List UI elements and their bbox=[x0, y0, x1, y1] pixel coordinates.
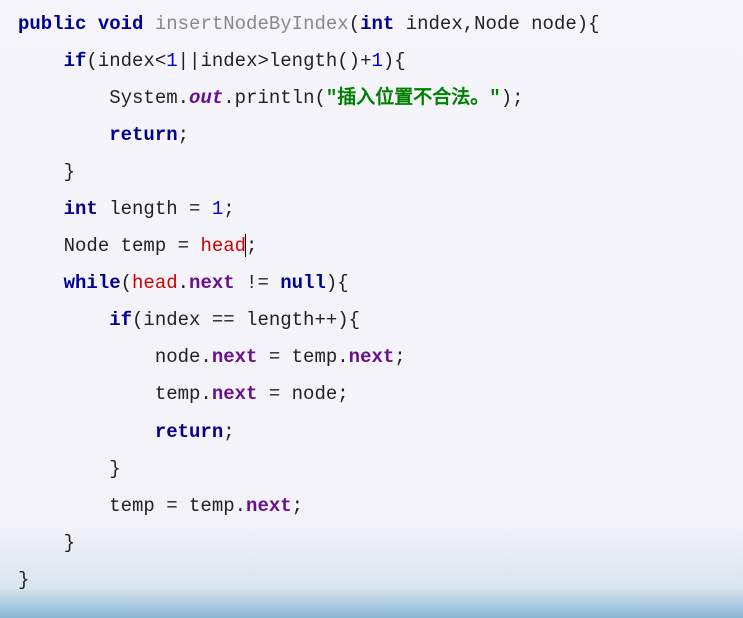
brace-close: } bbox=[18, 569, 29, 591]
paren: ( bbox=[121, 272, 132, 294]
txt: = temp. bbox=[257, 346, 348, 368]
txt: temp. bbox=[155, 383, 212, 405]
field-out: out bbox=[189, 87, 223, 109]
txt: length = bbox=[98, 198, 212, 220]
kw-int: int bbox=[64, 198, 98, 220]
semi: ; bbox=[292, 495, 303, 517]
kw-null: null bbox=[280, 272, 326, 294]
expr: (index< bbox=[86, 50, 166, 72]
prop-next: next bbox=[189, 272, 235, 294]
prop-next: next bbox=[212, 346, 258, 368]
brace-close: } bbox=[109, 458, 120, 480]
txt: temp = temp. bbox=[109, 495, 246, 517]
code-block: public void insertNodeByIndex(int index,… bbox=[0, 0, 743, 599]
txt: != bbox=[235, 272, 281, 294]
semi: ; bbox=[178, 124, 189, 146]
param-index: index bbox=[406, 13, 463, 35]
num-1c: 1 bbox=[212, 198, 223, 220]
var-head: head bbox=[132, 272, 178, 294]
prop-next: next bbox=[246, 495, 292, 517]
expr: ||index>length()+ bbox=[178, 50, 372, 72]
prop-next: next bbox=[212, 383, 258, 405]
obj-system: System. bbox=[109, 87, 189, 109]
kw-if: if bbox=[64, 50, 87, 72]
end: ); bbox=[501, 87, 524, 109]
var-head: head bbox=[200, 235, 246, 257]
expr: ){ bbox=[383, 50, 406, 72]
kw-int: int bbox=[360, 13, 394, 35]
string-literal: "插入位置不合法。" bbox=[326, 87, 501, 109]
brace-close: } bbox=[64, 161, 75, 183]
num-1: 1 bbox=[166, 50, 177, 72]
kw-public: public bbox=[18, 13, 86, 35]
end: ){ bbox=[326, 272, 349, 294]
expr: (index == length++){ bbox=[132, 309, 360, 331]
dot: . bbox=[178, 272, 189, 294]
kw-void: void bbox=[98, 13, 144, 35]
prop-next: next bbox=[349, 346, 395, 368]
kw-return: return bbox=[109, 124, 177, 146]
semi: ; bbox=[246, 235, 257, 257]
brace-close: } bbox=[64, 532, 75, 554]
kw-return: return bbox=[155, 421, 223, 443]
txt: Node temp = bbox=[64, 235, 201, 257]
semi: ; bbox=[394, 346, 405, 368]
param-node: Node node bbox=[474, 13, 577, 35]
kw-while: while bbox=[64, 272, 121, 294]
num-1b: 1 bbox=[372, 50, 383, 72]
semi: ; bbox=[223, 421, 234, 443]
kw-if: if bbox=[109, 309, 132, 331]
call-println: .println( bbox=[223, 87, 326, 109]
txt: = node; bbox=[257, 383, 348, 405]
txt: node. bbox=[155, 346, 212, 368]
method-name: insertNodeByIndex bbox=[155, 13, 349, 35]
semi: ; bbox=[223, 198, 234, 220]
